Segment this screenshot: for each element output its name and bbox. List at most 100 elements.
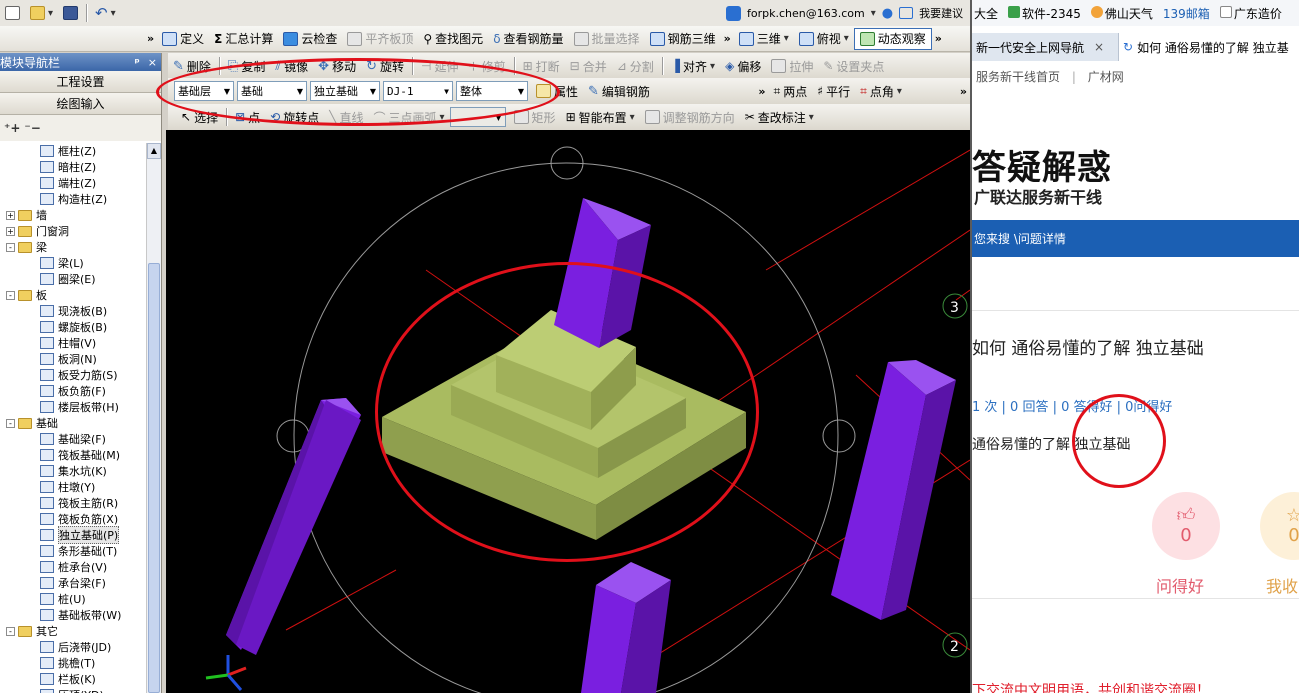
column-right[interactable] [831, 360, 956, 620]
tree-item[interactable]: 构造柱(Z) [0, 191, 146, 207]
properties-button[interactable]: 属性 [531, 80, 583, 102]
rectangle-button[interactable]: 矩形 [509, 106, 561, 128]
tree-item[interactable]: 桩承台(V) [0, 559, 146, 575]
tree-item[interactable]: 端柱(Z) [0, 175, 146, 191]
align-dropdown[interactable]: ▐ 对齐 ▾ [666, 55, 720, 77]
mirror-button[interactable]: ⫽ 镜像 [270, 55, 313, 77]
tree-item[interactable]: 柱帽(V) [0, 335, 146, 351]
offset-button[interactable]: ◈ 偏移 [720, 55, 766, 77]
define-button[interactable]: 定义 [157, 28, 209, 50]
tree-folder[interactable]: - 其它 [0, 623, 146, 639]
view-rebar-qty-button[interactable]: δ 查看钢筋量 [488, 28, 568, 50]
independent-footing[interactable] [382, 310, 746, 540]
toolbar-overflow-icon[interactable]: » [144, 32, 157, 45]
find-element-button[interactable]: ⚲ 查找图元 [418, 28, 488, 50]
feedback-link[interactable]: 我要建议 [919, 5, 963, 21]
collapse-icon[interactable]: - [6, 418, 15, 428]
tree-folder[interactable]: - 基础 [0, 415, 146, 431]
project-settings-button[interactable]: 工程设置 [0, 71, 161, 93]
orbit-handle-right[interactable] [822, 419, 856, 453]
tree-item[interactable]: 后浇带(JD) [0, 639, 146, 655]
rotate-button[interactable]: ↻ 旋转 [361, 55, 409, 77]
scroll-thumb[interactable] [148, 263, 160, 693]
expand-all-icon[interactable]: ⁺+ [4, 121, 20, 135]
arc-param-select[interactable]: ▼ [449, 107, 506, 127]
tree-item[interactable]: 柱墩(Y) [0, 479, 146, 495]
move-button[interactable]: ✥ 移动 [313, 55, 361, 77]
3d-viewport[interactable]: 3 2 [166, 130, 970, 693]
parallel-button[interactable]: ♯ 平行 [812, 80, 855, 102]
two-points-button[interactable]: ⌗ 两点 [768, 80, 812, 102]
pin-icon[interactable]: ᵖ [135, 56, 140, 69]
extend-button[interactable]: ⊣ 延伸 [416, 55, 463, 77]
tree-item[interactable]: 现浇板(B) [0, 303, 146, 319]
site-home-link[interactable]: 服务新干线首页 [976, 70, 1060, 84]
dynamic-orbit-button[interactable]: 动态观察 [853, 27, 932, 50]
layer-select[interactable]: 基础层 ▼ [174, 81, 234, 101]
open-file-icon[interactable]: ▾ [25, 2, 58, 24]
expand-icon[interactable]: + [6, 210, 15, 220]
check-label-dropdown[interactable]: ✂ 查改标注 ▾ [740, 106, 819, 128]
select-button[interactable]: ↖ 选择 [176, 106, 223, 128]
tree-item[interactable]: 挑檐(T) [0, 655, 146, 671]
collapse-icon[interactable]: - [6, 290, 15, 300]
toolbar-overflow-icon-2[interactable]: » [721, 32, 734, 45]
smart-layout-dropdown[interactable]: ⊞ 智能布置 ▾ [561, 106, 640, 128]
tree-item[interactable]: 板受力筋(S) [0, 367, 146, 383]
tree-item[interactable]: 螺旋板(B) [0, 319, 146, 335]
scroll-up-icon[interactable]: ▲ [147, 143, 161, 159]
type-select[interactable]: 独立基础 ▼ [310, 81, 380, 101]
close-tab-icon[interactable]: × [1094, 40, 1104, 54]
split-button[interactable]: ⊿ 分割 [612, 55, 659, 77]
tree-item[interactable]: 集水坑(K) [0, 463, 146, 479]
trim-button[interactable]: ⊹ 修剪 [463, 55, 510, 77]
bookmark-weather[interactable]: 佛山天气 [1090, 5, 1153, 22]
rebar-3d-button[interactable]: 钢筋三维 [645, 28, 721, 50]
copy-button[interactable]: ⎘ 复制 [223, 55, 270, 77]
summary-calc-button[interactable]: Σ 汇总计算 [209, 28, 278, 50]
stretch-button[interactable]: 拉伸 [766, 55, 818, 77]
rotate-point-button[interactable]: ⟲ 旋转点 [265, 106, 324, 128]
tree-item[interactable]: 承台梁(F) [0, 575, 146, 591]
close-icon[interactable]: × [148, 56, 157, 69]
tree-item[interactable]: 独立基础(P) [0, 526, 146, 544]
favorite-button[interactable]: ☆ 0 [1260, 492, 1299, 560]
break-button[interactable]: ⊞ 打断 [518, 55, 565, 77]
delete-button[interactable]: ✎ 删除 [168, 55, 216, 77]
tree-item[interactable]: 栏板(K) [0, 671, 146, 687]
adjust-rebar-dir-button[interactable]: 调整钢筋方向 [640, 106, 740, 128]
three-point-arc-dropdown[interactable]: ⌒ 三点画弧 ▾ [368, 106, 449, 128]
toolbar-overflow-icon-3[interactable]: » [932, 32, 945, 45]
mic-icon[interactable]: ● [882, 6, 893, 21]
user-email[interactable]: forpk.chen@163.com [747, 7, 865, 20]
drawing-input-button[interactable]: 绘图输入 [0, 93, 161, 115]
collapse-icon[interactable]: - [6, 626, 15, 636]
category-select[interactable]: 基础 ▼ [237, 81, 307, 101]
tree-folder[interactable]: + 墙 [0, 207, 146, 223]
column-left[interactable] [226, 398, 361, 655]
tree-item[interactable]: 圈梁(E) [0, 271, 146, 287]
tree-folder[interactable]: + 门窗洞 [0, 223, 146, 239]
batch-select-button[interactable]: 批量选择 [569, 28, 645, 50]
cloud-check-button[interactable]: 云检查 [278, 28, 342, 50]
bookmark-2345[interactable]: 软件-2345 [1008, 5, 1081, 22]
save-icon[interactable] [58, 2, 83, 24]
view-3d-dropdown[interactable]: 三维 ▾ [734, 28, 794, 50]
bookmark-gdzj[interactable]: 广东造价 [1219, 5, 1282, 22]
tree-item[interactable]: 板负筋(F) [0, 383, 146, 399]
point-angle-dropdown[interactable]: ⌗ 点角 ▾ [855, 80, 907, 102]
tree-item[interactable]: 筏板主筋(R) [0, 495, 146, 511]
scope-select[interactable]: 整体 ▼ [456, 81, 528, 101]
tree-item[interactable]: 压顶(YD) [0, 687, 146, 693]
set-grip-button[interactable]: ✎ 设置夹点 [818, 55, 889, 77]
tree-item[interactable]: 筏板基础(M) [0, 447, 146, 463]
toolbar-overflow-icon-4[interactable]: » [755, 85, 768, 98]
bookmark-all[interactable]: 大全 [974, 5, 998, 22]
view-top-dropdown[interactable]: 俯视 ▾ [794, 28, 854, 50]
undo-icon[interactable]: ↶ ▾ [90, 2, 121, 24]
tree-folder[interactable]: -板 [0, 287, 146, 303]
site-logo[interactable]: 答疑解惑 [972, 140, 1112, 189]
bookmark-139[interactable]: 139邮箱 [1163, 5, 1210, 22]
like-button[interactable]: 👍︎ 0 [1152, 492, 1220, 560]
tree-item[interactable]: 框柱(Z) [0, 143, 146, 159]
